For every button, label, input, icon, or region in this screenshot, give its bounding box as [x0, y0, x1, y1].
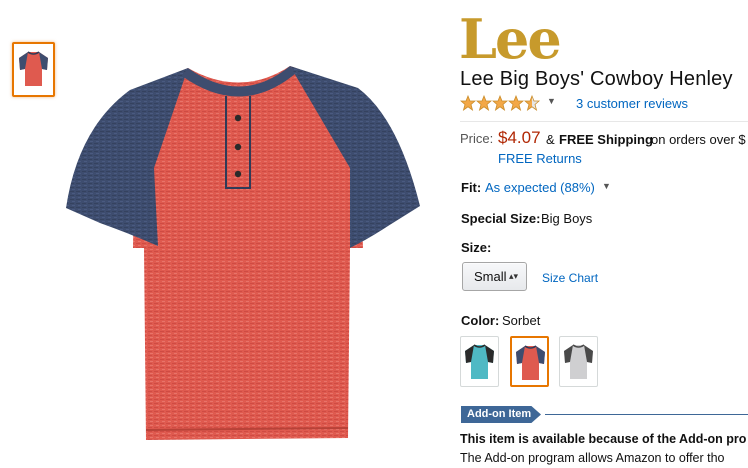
star-icon [491, 95, 509, 111]
customer-reviews-link[interactable]: 3 customer reviews [576, 96, 688, 111]
product-main-image [66, 66, 420, 440]
half-star-icon [523, 95, 541, 111]
addon-heading: This item is available because of the Ad… [460, 432, 747, 446]
star-rating[interactable] [460, 95, 544, 111]
fit-value-link[interactable]: As expected (88%) [485, 180, 595, 195]
color-swatch-teal[interactable] [460, 336, 499, 387]
size-dropdown[interactable]: Small ▴▾ [462, 262, 527, 291]
brand-logo[interactable]: Lee [459, 8, 562, 70]
color-swatch-sorbet[interactable] [510, 336, 549, 387]
star-icon [475, 95, 493, 111]
special-size-value: Big Boys [541, 211, 593, 226]
free-shipping-text: FREE Shipping [559, 132, 653, 147]
size-dropdown-value: Small [474, 269, 507, 284]
price-label: Price: [460, 131, 494, 146]
shipping-condition-text: on orders over $ [651, 132, 746, 147]
special-size-label: Special Size: [461, 211, 541, 226]
color-swatch-grey[interactable] [559, 336, 598, 387]
free-returns-link[interactable]: FREE Returns [498, 151, 582, 166]
fit-label: Fit: [461, 180, 482, 195]
price-ampersand: & [546, 132, 555, 147]
addon-description: The Add-on program allows Amazon to offe… [460, 451, 725, 465]
chevron-down-icon[interactable]: ▼ [602, 181, 611, 191]
shirt-thumbnail-image [19, 51, 48, 86]
star-icon [460, 95, 477, 111]
size-label: Size: [461, 240, 492, 255]
star-icon [507, 95, 525, 111]
product-thumbnail[interactable] [12, 42, 55, 97]
size-chart-link[interactable]: Size Chart [542, 271, 598, 285]
divider [460, 121, 748, 122]
addon-item-badge: Add-on Item [461, 406, 541, 423]
color-label: Color: [461, 313, 500, 328]
chevron-down-icon[interactable]: ▼ [547, 96, 556, 106]
addon-divider [545, 414, 748, 415]
color-value: Sorbet [502, 313, 541, 328]
shirt-swatch-image [564, 344, 593, 379]
price-value: $4.07 [498, 128, 541, 147]
shirt-swatch-image [516, 345, 545, 380]
dropdown-arrows-icon: ▴▾ [508, 271, 518, 281]
product-title: Lee Big Boys' Cowboy Henley [460, 68, 733, 90]
shirt-swatch-image [465, 344, 494, 379]
